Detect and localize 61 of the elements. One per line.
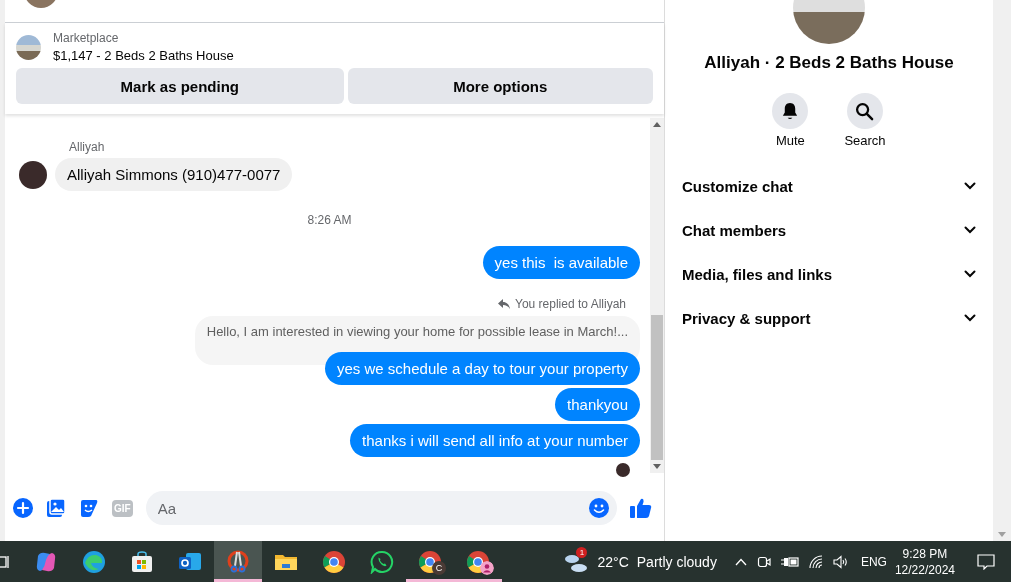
bell-icon bbox=[781, 101, 800, 121]
listing-action-button[interactable]: Mark as pending bbox=[16, 68, 344, 104]
outgoing-message: thanks i will send all info at your number bbox=[350, 424, 640, 457]
conversation-title: Alliyah · 2 Beds 2 Baths House bbox=[704, 53, 954, 73]
sticker-icon[interactable] bbox=[79, 498, 99, 518]
seen-avatar bbox=[616, 463, 630, 477]
camera-icon[interactable] bbox=[756, 554, 771, 569]
notification-badge: 1 bbox=[576, 546, 588, 558]
chevron-up-icon[interactable] bbox=[734, 557, 747, 566]
scrollbar[interactable] bbox=[650, 118, 664, 473]
thumbs-up-icon[interactable] bbox=[630, 498, 652, 518]
shopping-bag-icon bbox=[130, 549, 154, 574]
search-button[interactable] bbox=[847, 93, 883, 129]
scroll-down-arrow-icon[interactable] bbox=[653, 464, 661, 469]
listing-action-button[interactable]: More options bbox=[347, 68, 653, 104]
image-icon[interactable] bbox=[46, 498, 66, 518]
phone-bubble-icon bbox=[370, 549, 394, 574]
outgoing-message: yes this is available bbox=[482, 246, 640, 279]
chevron-icon bbox=[964, 270, 976, 278]
section-header[interactable]: Customize chat bbox=[665, 164, 993, 208]
outgoing-message: thankyou bbox=[555, 388, 640, 421]
temperature[interactable]: 22°C bbox=[597, 553, 629, 570]
task-view-icon[interactable] bbox=[0, 553, 10, 570]
reply-arrow-icon bbox=[498, 299, 510, 309]
listing-title: $1,147 - 2 Beds 2 Baths House bbox=[53, 48, 234, 63]
clock[interactable]: 9:28 PM 12/22/2024 bbox=[894, 545, 955, 578]
notification-icon[interactable] bbox=[977, 553, 995, 570]
message-input-field[interactable]: Aa bbox=[145, 491, 617, 525]
search-icon bbox=[855, 101, 875, 121]
browser-icon bbox=[322, 549, 346, 574]
action-label: Mute bbox=[775, 133, 805, 148]
chevron-icon bbox=[964, 314, 976, 322]
section-header[interactable]: Privacy & support bbox=[665, 296, 993, 340]
battery-charging-icon[interactable] bbox=[780, 555, 799, 568]
language-indicator[interactable]: ENG bbox=[860, 554, 887, 569]
mute-button[interactable] bbox=[772, 93, 809, 129]
outgoing-message: yes we schedule a day to tour your property bbox=[325, 352, 640, 385]
chevron-icon bbox=[964, 226, 976, 234]
section-header[interactable]: Media, files and links bbox=[665, 252, 993, 296]
photo-placeholder bbox=[16, 34, 41, 60]
profile-badge: C bbox=[432, 561, 446, 575]
chevron-icon bbox=[964, 182, 976, 190]
action-label: Search bbox=[844, 133, 886, 148]
avatar-silhouette bbox=[19, 160, 47, 189]
incoming-message: Alliyah Simmons (910)477-0077 bbox=[55, 158, 293, 191]
listing-label: Marketplace bbox=[53, 31, 120, 45]
smiley-icon[interactable] bbox=[589, 498, 609, 518]
profile-person-icon bbox=[480, 561, 494, 575]
sender-name: Alliyah bbox=[69, 140, 106, 154]
message-timestamp: 8:26 AM bbox=[306, 213, 353, 227]
plus-icon[interactable] bbox=[13, 498, 33, 518]
scroll-up-arrow-icon[interactable] bbox=[653, 122, 661, 127]
taskbar-app-button[interactable]: C bbox=[406, 541, 454, 582]
section-header[interactable]: Chat members bbox=[665, 208, 993, 252]
scissors-icon bbox=[226, 549, 250, 574]
wave-icon bbox=[82, 549, 106, 574]
wifi-icon[interactable] bbox=[808, 554, 823, 569]
weather-condition[interactable]: Partly cloudy bbox=[636, 553, 717, 570]
reply-label: You replied to Alliyah bbox=[515, 297, 626, 311]
speaker-icon[interactable] bbox=[832, 554, 849, 569]
page-scrollbar[interactable] bbox=[993, 0, 1011, 541]
